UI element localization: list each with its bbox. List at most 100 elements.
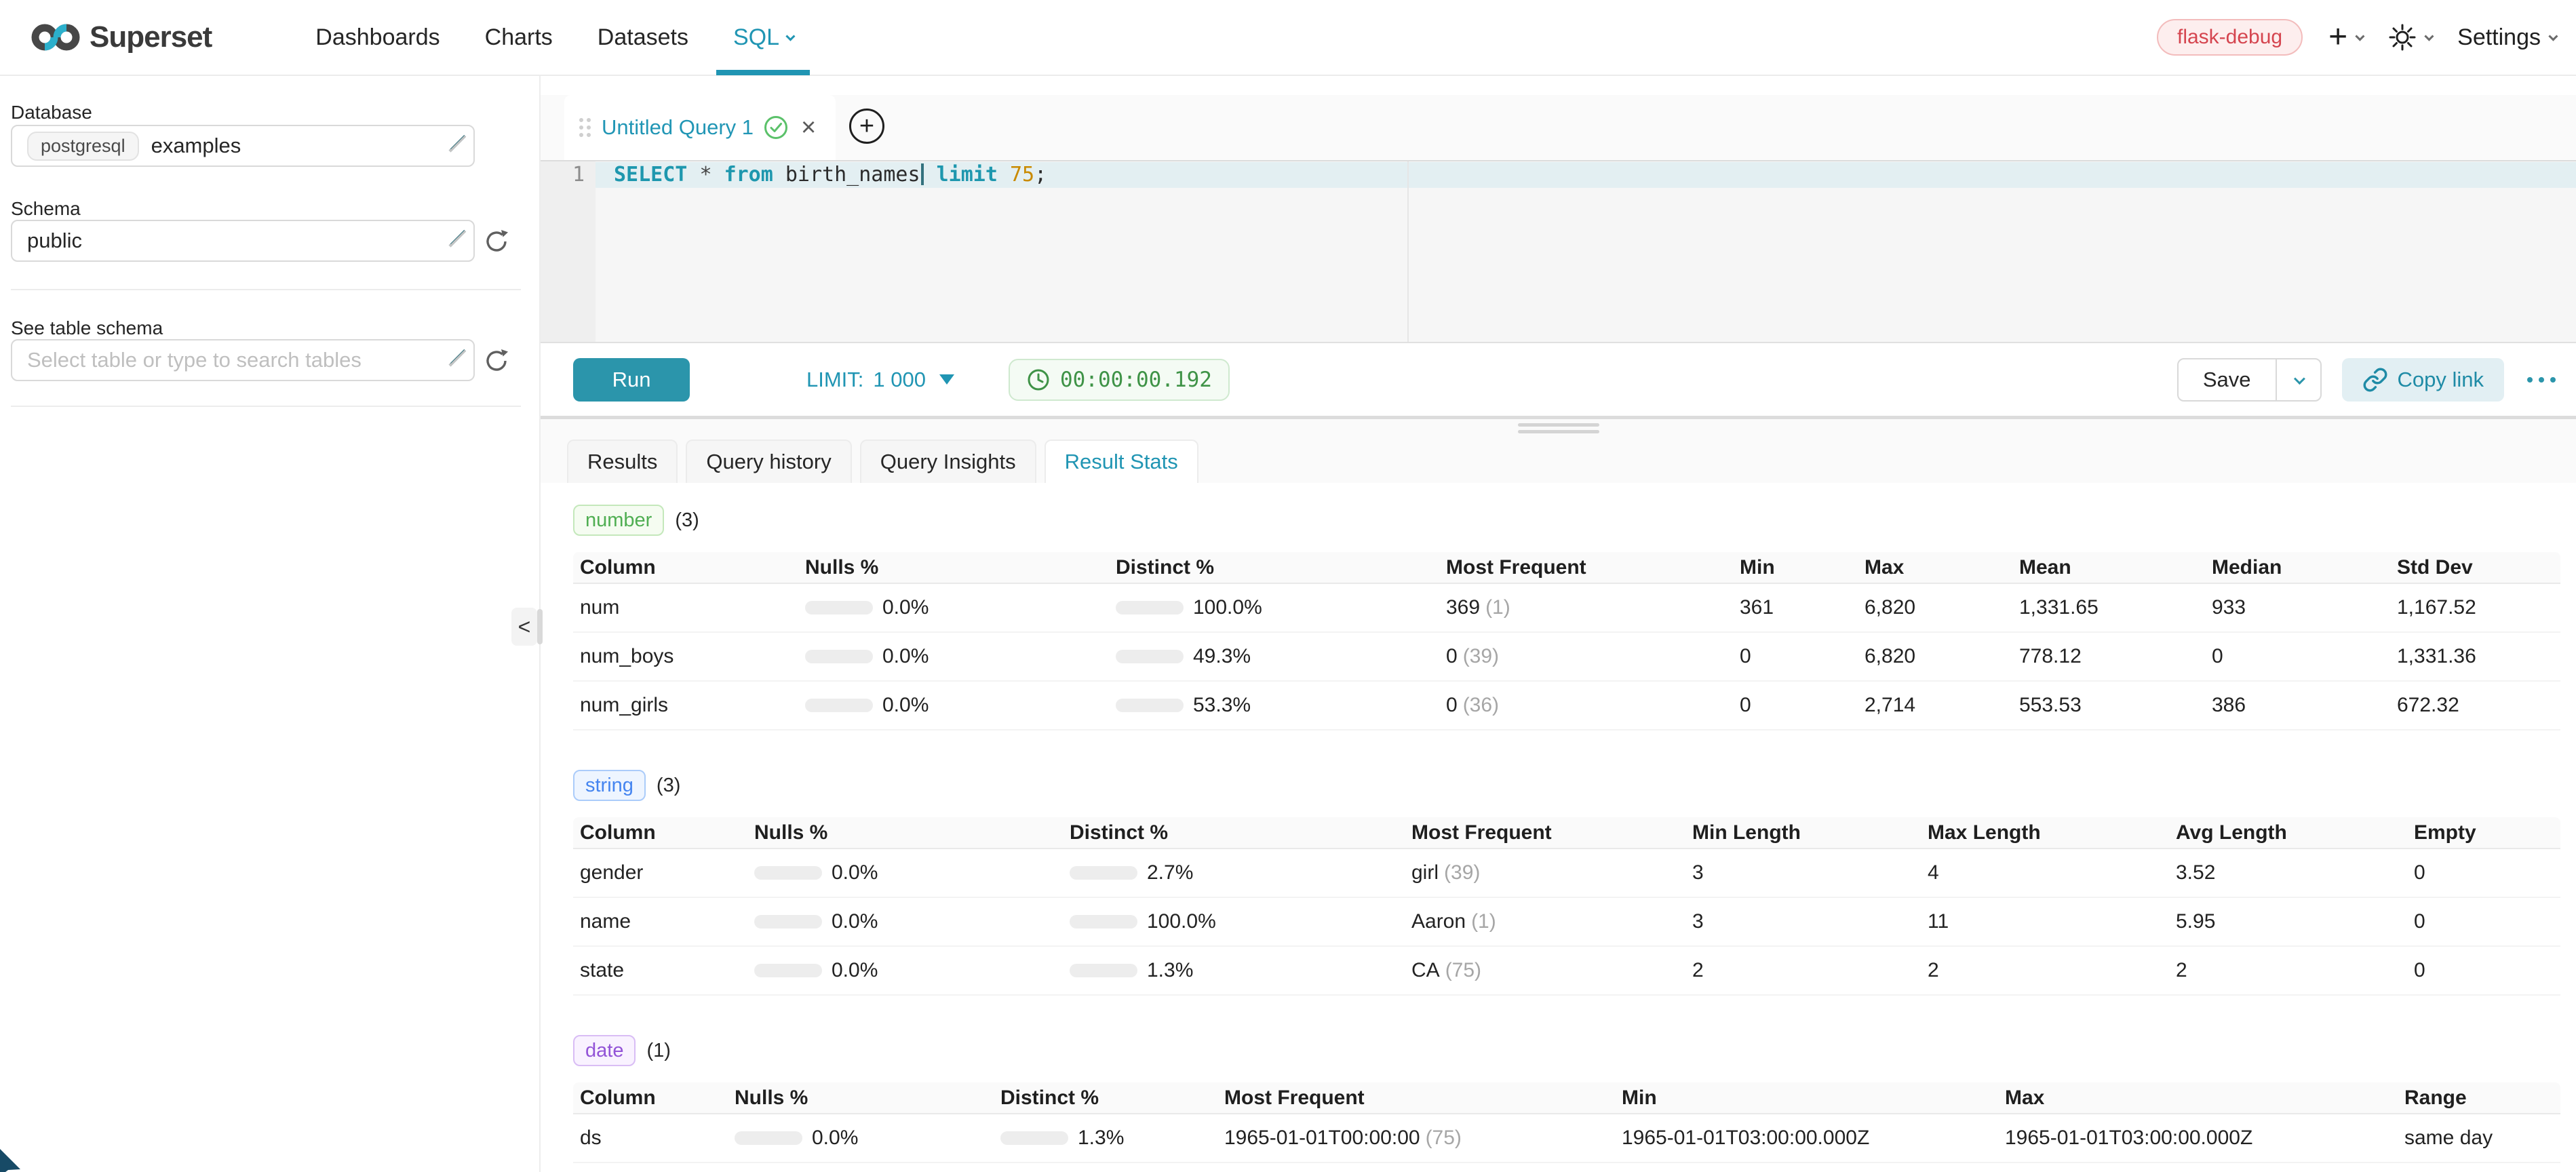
- stat-value-cell: 3: [1685, 898, 1921, 947]
- nulls-bar: [754, 964, 822, 977]
- most-frequent-count: (39): [1463, 645, 1499, 667]
- distinct-percent: 1.3%: [1078, 1127, 1124, 1150]
- most-frequent-count: (75): [1445, 959, 1481, 981]
- nulls-bar: [754, 915, 822, 929]
- schema-select[interactable]: public: [11, 220, 475, 262]
- stat-value-cell: 1,331.36: [2390, 633, 2560, 682]
- stat-value-cell: 4: [1921, 849, 2169, 898]
- type-badge-date: date: [573, 1035, 636, 1067]
- refresh-tables-icon[interactable]: [483, 347, 510, 374]
- column-header: Nulls %: [798, 552, 1109, 584]
- stats-section-number: number (3) ColumnNulls %Distinct %Most Fre…: [573, 505, 2560, 730]
- stat-value-cell: 3.52: [2169, 849, 2407, 898]
- close-tab-icon[interactable]: ×: [801, 115, 816, 140]
- nav-item-dashboards[interactable]: Dashboards: [293, 0, 462, 75]
- result-tab-query-insights[interactable]: Query Insights: [860, 440, 1036, 483]
- most-frequent-count: (75): [1426, 1127, 1462, 1149]
- schema-value: public: [27, 229, 82, 253]
- nulls-cell: 0.0%: [798, 682, 1109, 730]
- distinct-percent: 100.0%: [1193, 596, 1262, 619]
- distinct-bar: [1070, 915, 1137, 929]
- nulls-cell: 0.0%: [728, 1114, 994, 1163]
- stat-value-cell: 0: [2407, 947, 2560, 996]
- new-menu[interactable]: +: [2328, 21, 2362, 54]
- nav-item-datasets[interactable]: Datasets: [575, 0, 711, 75]
- panel-resize-handle[interactable]: [537, 609, 543, 644]
- settings-menu[interactable]: Settings: [2457, 24, 2556, 51]
- stat-value-cell: 6,820: [1858, 633, 2012, 682]
- chevron-down-icon: [785, 32, 795, 41]
- table-row: state0.0%1.3%CA(75)2220: [573, 947, 2560, 996]
- stat-value-cell: 672.32: [2390, 682, 2560, 730]
- most-frequent-count: (1): [1485, 596, 1510, 619]
- distinct-cell: 100.0%: [1063, 898, 1405, 947]
- nulls-cell: 0.0%: [805, 596, 1109, 619]
- theme-menu[interactable]: [2388, 23, 2432, 52]
- run-button[interactable]: Run: [573, 358, 690, 402]
- sql-editor[interactable]: 1 SELECT * from birth_names limit 75;: [541, 160, 2576, 343]
- stat-value-cell: same day: [2398, 1114, 2560, 1163]
- add-query-tab-button[interactable]: +: [849, 109, 884, 144]
- chevron-down-icon: [2548, 32, 2558, 41]
- collapse-sidebar-button[interactable]: <: [511, 608, 537, 646]
- column-header: Column: [573, 1082, 728, 1114]
- table-select[interactable]: Select table or type to search tables: [11, 339, 475, 381]
- result-tab-results[interactable]: Results: [567, 440, 678, 483]
- save-options-caret[interactable]: [2277, 359, 2320, 400]
- section-badge-row: date(1): [573, 1035, 2560, 1066]
- result-tab-query-history[interactable]: Query history: [686, 440, 851, 483]
- distinct-percent: 49.3%: [1193, 645, 1251, 668]
- stat-value-cell: 1965-01-01T03:00:00.000Z: [1615, 1114, 1998, 1163]
- distinct-cell: 2.7%: [1070, 861, 1405, 884]
- main-nav: DashboardsCharts Datasets SQL: [293, 0, 815, 75]
- most-frequent-value: 0: [1446, 694, 1458, 716]
- query-tab[interactable]: Untitled Query 1 ×: [564, 95, 836, 160]
- column-count: (3): [675, 509, 699, 532]
- most-frequent-cell: girl(39): [1405, 849, 1685, 898]
- splitter-grab-handle[interactable]: [1518, 423, 1599, 433]
- stat-value-cell: 11: [1921, 898, 2169, 947]
- column-header: Empty: [2407, 817, 2560, 849]
- sql-token: 75: [1010, 163, 1034, 187]
- superset-logo[interactable]: Superset: [30, 17, 212, 58]
- nav-item-charts[interactable]: Charts: [463, 0, 575, 75]
- distinct-bar: [1070, 964, 1137, 977]
- column-header: Median: [2205, 552, 2390, 584]
- distinct-percent: 1.3%: [1147, 959, 1193, 982]
- table-header-row: ColumnNulls %Distinct %Most FrequentMinM…: [573, 552, 2560, 584]
- nulls-cell: 0.0%: [798, 633, 1109, 682]
- limit-dropdown[interactable]: LIMIT: 1 000: [806, 368, 954, 392]
- superset-infinity-icon: [30, 17, 81, 58]
- type-badge-number: number: [573, 505, 664, 536]
- result-tab-result-stats[interactable]: Result Stats: [1045, 440, 1198, 483]
- table-row: num0.0%100.0%369(1)3616,8201,331.659331,…: [573, 584, 2560, 633]
- drag-handle-icon[interactable]: [579, 118, 591, 137]
- stats-table-number: ColumnNulls %Distinct %Most FrequentMinM…: [573, 552, 2560, 730]
- more-options-icon[interactable]: [2524, 370, 2558, 389]
- nulls-percent: 0.0%: [832, 910, 878, 933]
- editor-toolbar: Run LIMIT: 1 000 00:00:00.192 Save: [541, 343, 2576, 416]
- refresh-schemas-icon[interactable]: [483, 228, 510, 255]
- column-name-cell: num_girls: [573, 682, 798, 730]
- sql-code-line[interactable]: SELECT * from birth_names limit 75;: [614, 162, 1047, 188]
- result-tabs: ResultsQuery historyQuery InsightsResult…: [567, 440, 1198, 483]
- table-header-row: ColumnNulls %Distinct %Most FrequentMin …: [573, 817, 2560, 849]
- mouse-cursor: [0, 1149, 23, 1172]
- copy-link-button[interactable]: Copy link: [2342, 358, 2505, 402]
- chevron-down-icon: [449, 349, 466, 366]
- nulls-cell: 0.0%: [735, 1127, 994, 1150]
- column-header: Distinct %: [1063, 817, 1405, 849]
- distinct-cell: 53.3%: [1109, 682, 1439, 730]
- sidebar-divider: [11, 406, 521, 407]
- environment-badge: flask-debug: [2157, 19, 2303, 56]
- save-split-button: Save: [2177, 358, 2322, 402]
- nav-item-label: Datasets: [598, 24, 688, 51]
- save-button[interactable]: Save: [2179, 359, 2277, 400]
- settings-label: Settings: [2457, 24, 2541, 51]
- sql-token: SELECT: [614, 163, 687, 187]
- stat-value-cell: 2,714: [1858, 682, 2012, 730]
- nav-item-sql[interactable]: SQL: [711, 0, 815, 75]
- database-select[interactable]: postgresql examples: [11, 125, 475, 167]
- most-frequent-cell: 0(39): [1439, 633, 1733, 682]
- table-schema-label: See table schema: [11, 317, 163, 339]
